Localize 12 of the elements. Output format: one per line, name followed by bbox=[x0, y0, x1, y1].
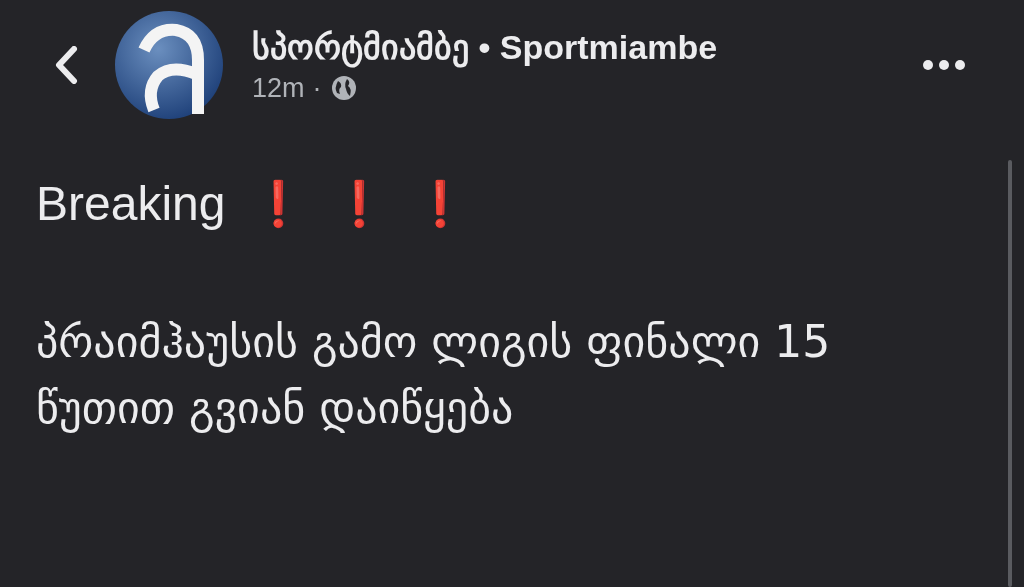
post-time: 12m bbox=[252, 72, 305, 104]
back-icon bbox=[54, 46, 78, 84]
headline: Breaking bbox=[36, 176, 226, 231]
exclamation-mark: ❗ bbox=[413, 177, 469, 230]
author-name[interactable]: სპორტმიამბე • Sportmiambe bbox=[252, 26, 888, 67]
globe-icon bbox=[329, 74, 358, 102]
more-icon bbox=[922, 59, 966, 71]
post-text: პრაიმჰაუსის გამო ლიგის ფინალი 15 წუთით გვიან დაიწყება bbox=[36, 315, 832, 435]
exclamation-mark: ❗ bbox=[251, 177, 307, 230]
logo-avatar[interactable] bbox=[114, 10, 224, 120]
exclamation-mark: ❗ bbox=[332, 177, 388, 230]
separator: · bbox=[312, 72, 322, 104]
